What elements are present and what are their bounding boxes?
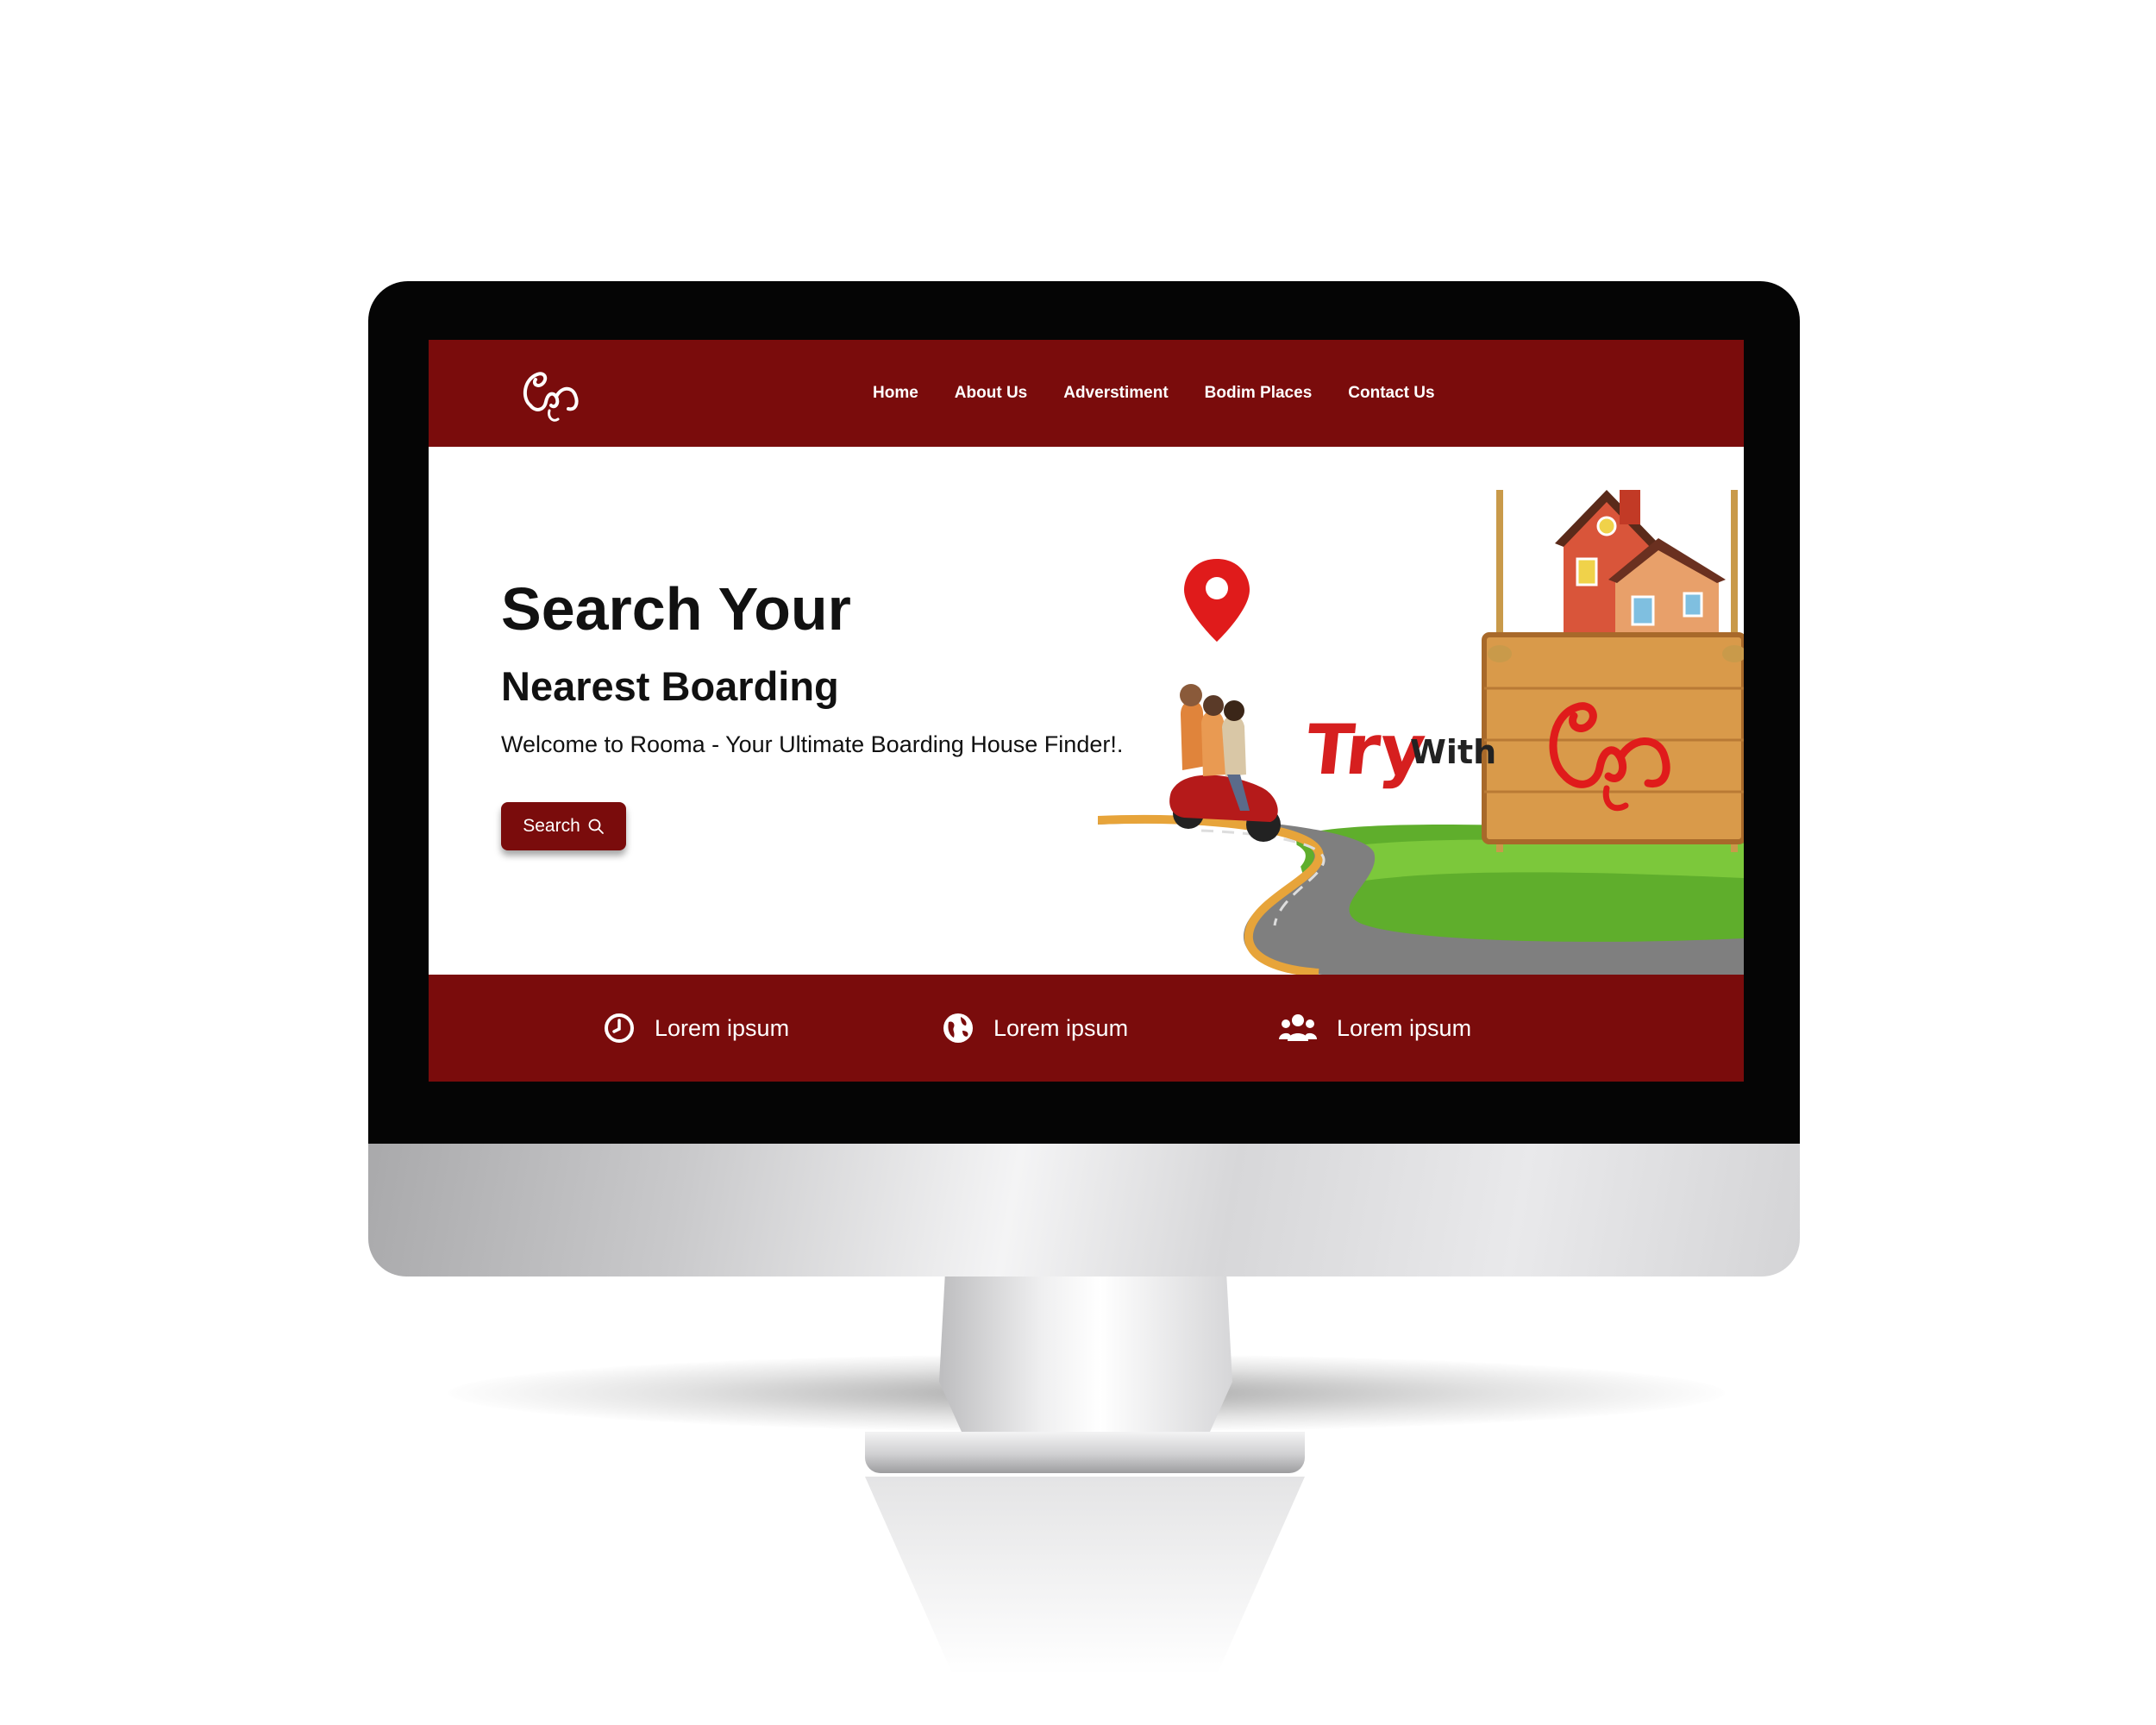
location-pin-icon <box>1184 559 1250 642</box>
globe-icon <box>943 1013 973 1043</box>
feature-item: Lorem ipsum <box>1278 975 1471 1082</box>
search-button-label: Search <box>523 816 580 836</box>
banner-with-text: With <box>1410 733 1497 771</box>
nav-bodim-places[interactable]: Bodim Places <box>1205 384 1313 403</box>
clock-icon <box>605 1013 634 1043</box>
hero-welcome-text: Welcome to Rooma - Your Ultimate Boardin… <box>501 731 1124 757</box>
nav-home[interactable]: Home <box>873 384 918 403</box>
hero-title: Search Your <box>501 575 851 643</box>
feature-item: Lorem ipsum <box>942 975 1128 1082</box>
monitor-stand-base <box>865 1432 1305 1473</box>
feature-label: Lorem ipsum <box>993 1014 1129 1041</box>
hero-subtitle: Nearest Boarding <box>501 663 839 709</box>
feature-label: Lorem ipsum <box>1337 1014 1472 1041</box>
monitor-chin <box>368 1137 1800 1276</box>
site-header: Home About Us Adverstiment Bodim Places … <box>429 340 1744 447</box>
search-button[interactable]: Search <box>501 802 626 850</box>
houses-illustration <box>1555 490 1726 632</box>
feature-label: Lorem ipsum <box>655 1014 790 1041</box>
main-nav: Home About Us Adverstiment Bodim Places … <box>873 340 1471 447</box>
monitor-stand-neck <box>939 1275 1232 1447</box>
nav-advertisement[interactable]: Adverstiment <box>1063 384 1168 403</box>
monitor-screen: Home About Us Adverstiment Bodim Places … <box>429 340 1744 1082</box>
nav-contact-us[interactable]: Contact Us <box>1348 384 1434 403</box>
scooter-riders-illustration <box>1169 684 1281 842</box>
users-icon <box>1279 1014 1317 1041</box>
search-icon <box>588 819 604 834</box>
feature-item: Lorem ipsum <box>603 975 789 1082</box>
nav-about-us[interactable]: About Us <box>955 384 1027 403</box>
rooma-logo[interactable] <box>515 355 592 433</box>
hero-section: Search Your Nearest Boarding Welcome to … <box>429 447 1744 975</box>
features-bar: Lorem ipsum Lorem ipsum Lorem ipsum <box>429 975 1744 1082</box>
stand-reflection <box>865 1477 1305 1675</box>
